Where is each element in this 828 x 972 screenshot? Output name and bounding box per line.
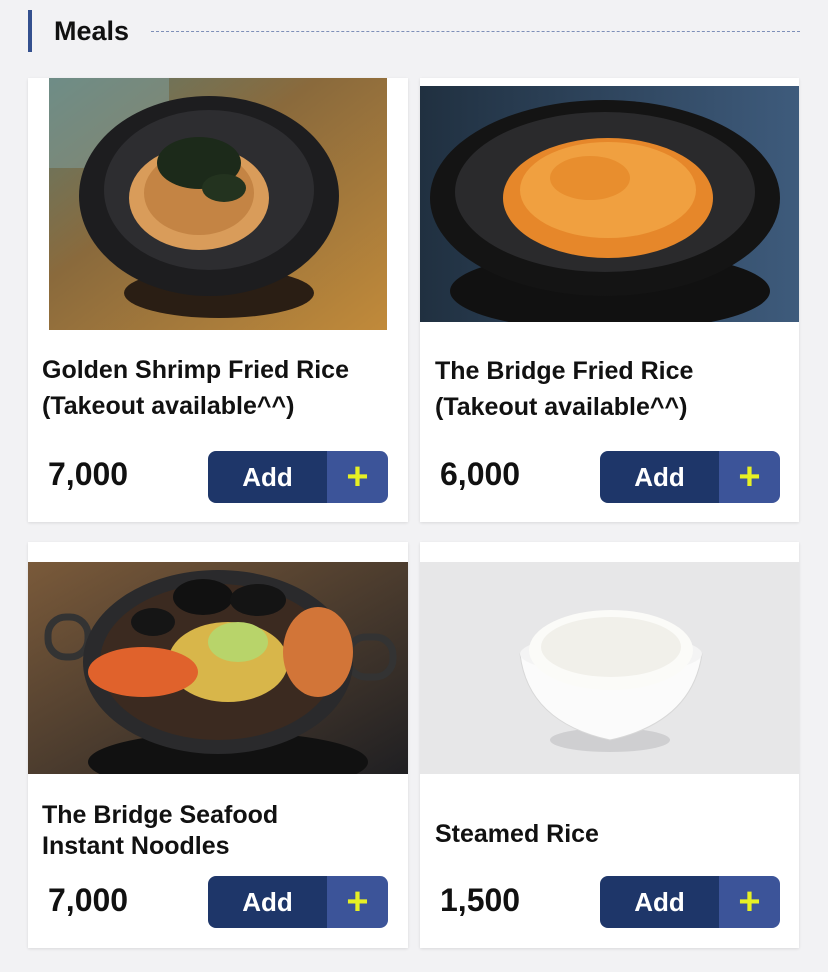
plus-icon: + bbox=[327, 451, 388, 503]
section-accent-bar bbox=[28, 10, 32, 52]
item-name: Steamed Rice bbox=[435, 820, 599, 848]
item-name: The Bridge Seafood Instant Noodles bbox=[42, 801, 279, 860]
section-header: Meals bbox=[28, 10, 800, 52]
plus-icon: + bbox=[719, 876, 780, 928]
item-price: 7,000 bbox=[48, 456, 129, 492]
section-divider bbox=[151, 30, 800, 32]
add-button-label: Add bbox=[208, 876, 327, 928]
steamed-rice-photo bbox=[420, 562, 799, 774]
menu-item-card[interactable]: The Bridge Seafood Instant Noodles 7,000… bbox=[28, 542, 408, 948]
add-button-label: Add bbox=[600, 451, 719, 503]
shrimp-fried-rice-photo bbox=[49, 78, 387, 330]
plus-icon: + bbox=[327, 876, 388, 928]
item-name: The Bridge Fried Rice (Takeout available… bbox=[435, 357, 694, 421]
menu-item-card[interactable]: The Bridge Fried Rice (Takeout available… bbox=[420, 78, 799, 522]
add-to-cart-button[interactable]: Add + bbox=[208, 451, 388, 503]
item-price: 7,000 bbox=[48, 882, 129, 918]
add-to-cart-button[interactable]: Add + bbox=[600, 876, 780, 928]
add-button-label: Add bbox=[208, 451, 327, 503]
fried-rice-photo bbox=[420, 86, 799, 322]
section-title: Meals bbox=[54, 15, 130, 46]
seafood-noodles-photo bbox=[28, 562, 408, 774]
item-price: 1,500 bbox=[440, 882, 521, 918]
item-price: 6,000 bbox=[440, 456, 521, 492]
plus-icon: + bbox=[719, 451, 780, 503]
add-to-cart-button[interactable]: Add + bbox=[208, 876, 388, 928]
add-button-label: Add bbox=[600, 876, 719, 928]
item-name: Golden Shrimp Fried Rice (Takeout availa… bbox=[42, 356, 349, 420]
menu-item-card[interactable]: Steamed Rice 1,500 Add + bbox=[420, 542, 799, 948]
menu-item-card[interactable]: Golden Shrimp Fried Rice (Takeout availa… bbox=[28, 78, 408, 522]
add-to-cart-button[interactable]: Add + bbox=[600, 451, 780, 503]
